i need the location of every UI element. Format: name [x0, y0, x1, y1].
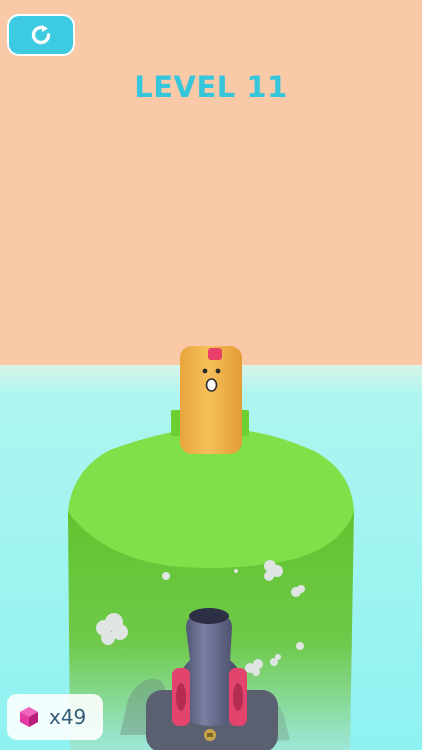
- gem-icon: [20, 707, 38, 727]
- game-scene: [0, 0, 422, 750]
- restart-button[interactable]: [7, 14, 75, 56]
- level-title: LEVEL 11: [134, 70, 288, 104]
- gem-counter: x49: [7, 694, 103, 740]
- restart-icon: [31, 25, 51, 45]
- character: [180, 346, 242, 454]
- gem-count: x49: [49, 705, 87, 729]
